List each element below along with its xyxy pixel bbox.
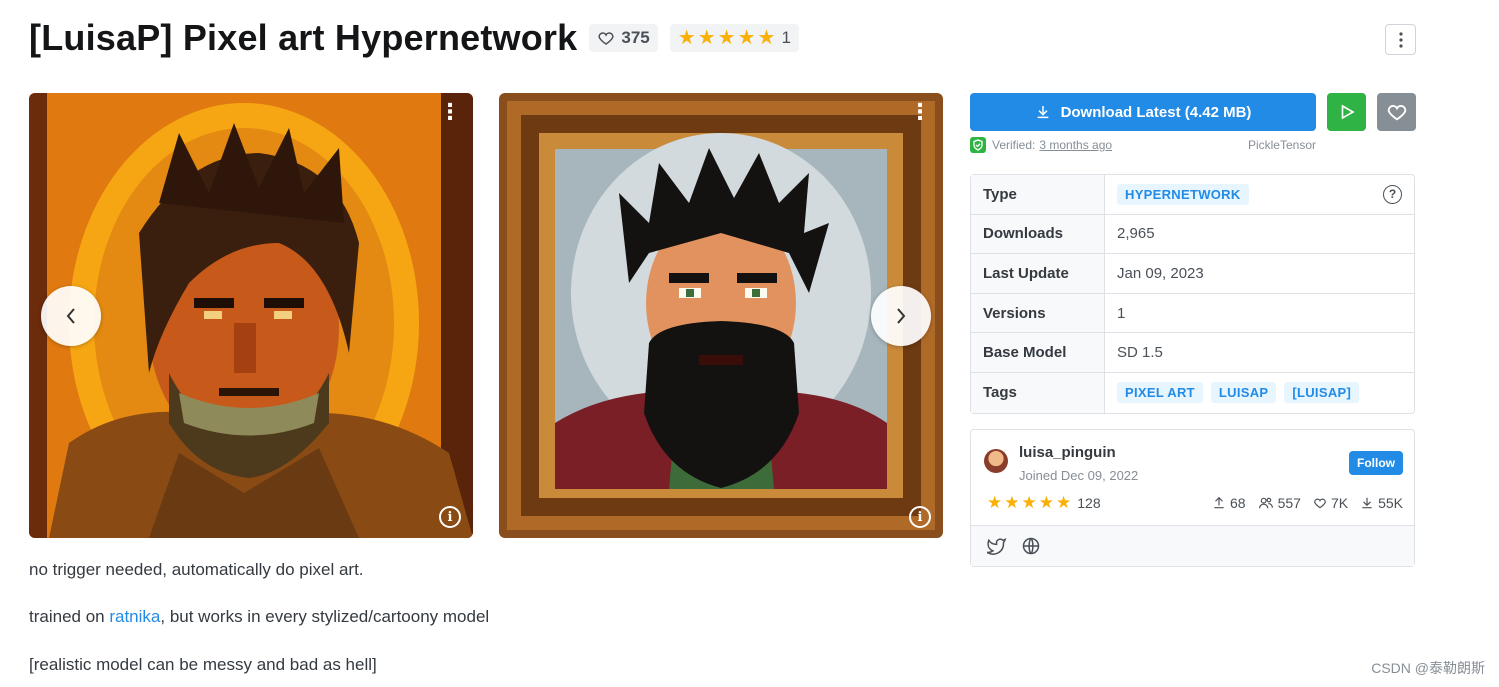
favorites-count: 7K — [1330, 494, 1349, 511]
globe-icon[interactable] — [1021, 536, 1041, 556]
star-icon: ★ — [677, 27, 696, 49]
likes-count: 375 — [621, 28, 650, 47]
description-text: trained on — [29, 607, 110, 626]
tag-badge[interactable]: PIXEL ART — [1117, 382, 1203, 404]
details-label: Last Update — [971, 254, 1105, 293]
run-button[interactable] — [1327, 93, 1366, 131]
creator-name[interactable]: luisa_pinguin — [1019, 444, 1116, 461]
details-label: Downloads — [971, 214, 1105, 254]
details-row-versions: Versions 1 — [971, 293, 1414, 334]
details-value: HYPERNETWORK ? — [1105, 175, 1414, 214]
uploads-stat: 68 — [1212, 495, 1246, 511]
info-icon[interactable]: i — [909, 506, 931, 528]
details-table: Type HYPERNETWORK ? Downloads 2,965 Last… — [970, 174, 1415, 414]
details-row-base-model: Base Model SD 1.5 — [971, 333, 1414, 373]
creator-stat-group: 68 557 7K 55K — [1212, 495, 1403, 511]
watermark: CSDN @泰勒朗斯 — [1371, 660, 1485, 676]
help-circle-icon[interactable]: ? — [1383, 184, 1402, 204]
star-icon: ★ — [1038, 493, 1054, 512]
creator-rating-stars: ★ ★ ★ ★ ★ — [987, 494, 1071, 511]
description-line-1: no trigger needed, automatically do pixe… — [29, 560, 364, 579]
details-value: 1 — [1117, 304, 1126, 322]
chevron-left-icon — [66, 308, 75, 324]
details-label: Type — [971, 175, 1105, 214]
uploads-count: 68 — [1230, 494, 1246, 511]
followers-count: 557 — [1277, 494, 1301, 511]
downloads-stat: 55K — [1360, 495, 1403, 511]
more-vertical-icon — [1398, 31, 1403, 48]
download-row: Download Latest (4.42 MB) — [970, 93, 1416, 131]
tag-badge[interactable]: [LUISAP] — [1284, 382, 1360, 404]
tag-badge[interactable]: LUISAP — [1210, 382, 1277, 404]
rating-stars: ★ ★ ★ ★ ★ — [678, 28, 776, 48]
description-line-3: [realistic model can be messy and bad as… — [29, 655, 377, 674]
favorites-stat: 7K — [1313, 495, 1348, 511]
details-label: Base Model — [971, 333, 1105, 372]
download-icon — [1037, 106, 1048, 119]
download-label: Download Latest (4.42 MB) — [1060, 103, 1252, 121]
info-icon[interactable]: i — [439, 506, 461, 528]
more-options-button[interactable] — [1385, 24, 1416, 55]
details-value: PIXEL ART LUISAP [LUISAP] — [1105, 373, 1414, 413]
details-row-downloads: Downloads 2,965 — [971, 214, 1414, 255]
star-icon: ★ — [697, 27, 716, 49]
verified-label: Verified: — [992, 138, 1036, 152]
page-title: [LuisaP] Pixel art Hypernetwork — [29, 17, 578, 58]
play-icon — [1341, 104, 1355, 120]
creator-rating-count: 128 — [1077, 494, 1101, 511]
heart-icon — [1314, 498, 1326, 508]
details-value: 2,965 — [1117, 225, 1155, 243]
verified-date-link[interactable]: 3 months ago — [1039, 138, 1112, 152]
heart-icon — [1387, 105, 1406, 121]
details-row-type: Type HYPERNETWORK ? — [971, 175, 1414, 215]
carousel-next-button[interactable] — [871, 286, 931, 346]
type-badge[interactable]: HYPERNETWORK — [1117, 183, 1249, 205]
star-icon: ★ — [717, 27, 736, 49]
upload-icon — [1214, 496, 1224, 508]
verified-row: Verified: 3 months ago PickleTensor — [970, 137, 1316, 153]
description-text: , but works in every stylized/cartoony m… — [160, 607, 490, 626]
image-menu-button[interactable]: ⋮ — [439, 101, 461, 123]
details-row-last-update: Last Update Jan 09, 2023 — [971, 254, 1414, 294]
star-icon: ★ — [1004, 493, 1020, 512]
rating-chip[interactable]: ★ ★ ★ ★ ★ 1 — [669, 24, 799, 52]
star-icon: ★ — [1021, 493, 1037, 512]
heart-icon — [598, 32, 614, 45]
likes-chip[interactable]: 375 — [589, 24, 658, 52]
details-label: Tags — [971, 372, 1105, 413]
rating-count: 1 — [781, 28, 791, 47]
creator-joined: Joined Dec 09, 2022 — [1019, 468, 1139, 483]
star-icon: ★ — [1056, 493, 1072, 512]
creator-stats: ★ ★ ★ ★ ★ 128 68 557 7K 55K — [987, 494, 1403, 511]
details-row-tags: Tags PIXEL ART LUISAP [LUISAP] — [971, 372, 1414, 413]
chevron-right-icon — [897, 308, 906, 324]
download-latest-button[interactable]: Download Latest (4.42 MB) — [970, 93, 1316, 131]
verified-uploader: PickleTensor — [1247, 138, 1316, 152]
avatar[interactable] — [984, 449, 1008, 473]
details-value: Jan 09, 2023 — [1117, 264, 1204, 282]
details-label: Versions — [971, 293, 1105, 333]
description-line-2: trained on ratnika, but works in every s… — [29, 607, 489, 627]
title-row: [LuisaP] Pixel art Hypernetwork 375 ★ ★ … — [29, 14, 799, 62]
favorite-button[interactable] — [1377, 93, 1416, 131]
star-icon: ★ — [987, 493, 1003, 512]
creator-links — [971, 525, 1414, 566]
download-icon — [1362, 497, 1372, 508]
shield-check-icon — [970, 137, 986, 153]
downloads-count: 55K — [1378, 494, 1403, 511]
follow-button[interactable]: Follow — [1349, 451, 1403, 475]
details-value: SD 1.5 — [1117, 344, 1163, 362]
users-icon — [1258, 497, 1273, 508]
star-icon: ★ — [757, 27, 776, 49]
carousel-prev-button[interactable] — [41, 286, 101, 346]
image-menu-button[interactable]: ⋮ — [909, 101, 931, 123]
followers-stat: 557 — [1258, 495, 1301, 511]
creator-card: luisa_pinguin Joined Dec 09, 2022 Follow… — [970, 429, 1415, 567]
star-icon: ★ — [737, 27, 756, 49]
twitter-icon[interactable] — [987, 537, 1007, 555]
ratnika-link[interactable]: ratnika — [109, 607, 160, 626]
